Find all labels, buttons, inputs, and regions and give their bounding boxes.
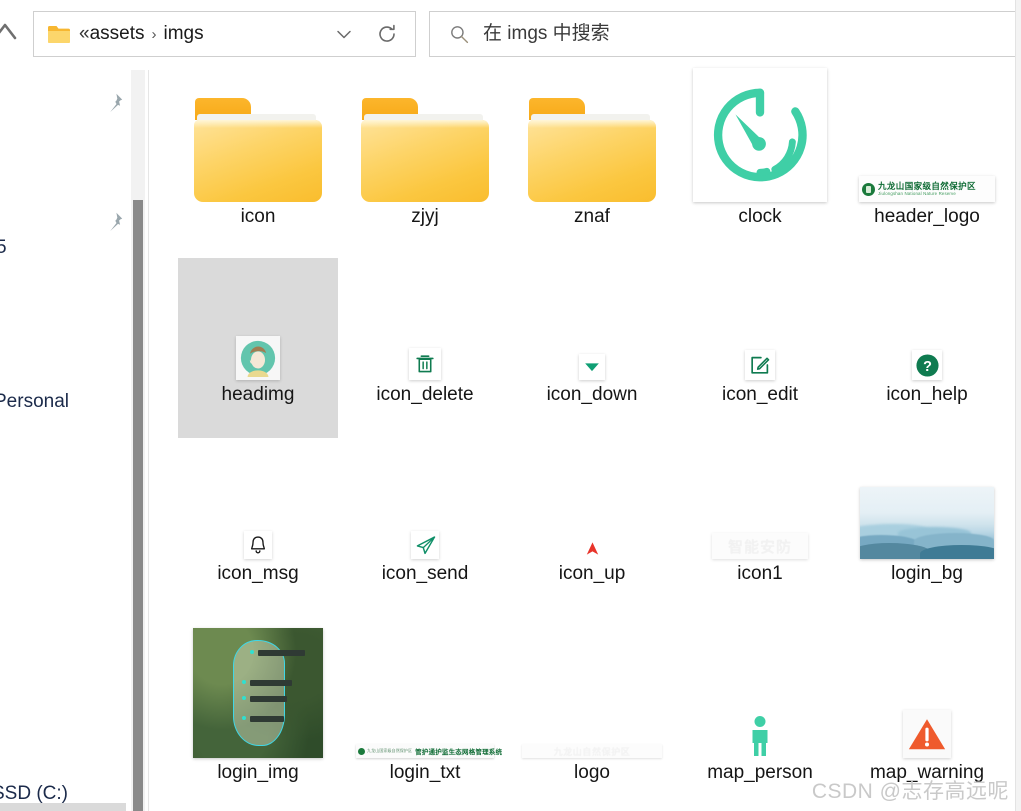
faint-logo-banner: 九龙山自然保护区 [522,744,662,758]
file-item-znaf[interactable]: znaf [505,84,679,228]
chevron-down-icon [585,363,599,372]
edit-pencil-icon [751,356,770,374]
triangle-up-icon [586,541,598,555]
clock-thumbnail [693,68,827,202]
window-edge-divider [1015,0,1016,811]
logo-text-cn: 九龙山国家级自然保护区 [878,181,976,192]
file-item-label: login_txt [389,762,461,783]
nav-item-label-fragment-1[interactable]: 5 [0,237,7,259]
paper-plane-icon [416,535,435,554]
file-item-label: icon [240,206,276,227]
avatar-icon [240,340,276,377]
file-item-label: icon_down [546,384,638,405]
file-item-headimg[interactable]: headimg [171,262,345,406]
help-thumbnail: ? [912,350,942,380]
folder-icon [48,26,70,43]
file-item-icon[interactable]: icon [171,84,345,228]
breadcrumb-item-imgs[interactable]: imgs [164,23,204,45]
file-item-label: zjyj [411,206,439,227]
green-text-banner: 九龙山国家级自然保护区 管护通护监生态网格管理系统 [356,744,502,758]
search-input[interactable] [481,22,965,46]
file-item-icon-edit[interactable]: icon_edit [673,262,847,406]
faint-text-banner: 智能安防 [712,533,808,559]
file-item-label: icon_help [886,384,968,405]
trash-thumbnail [409,348,441,380]
file-item-label: clock [738,206,782,227]
logo-text-en: Jiulongshan National Nature Reserve [878,190,956,196]
file-item-login-bg[interactable]: login_bg [840,441,1014,585]
file-item-map-person[interactable]: map_person [673,620,847,784]
file-item-label: icon1 [737,563,783,584]
file-item-icon-down[interactable]: icon_down [505,262,679,406]
file-item-label: icon_delete [376,384,474,405]
breadcrumb-separator[interactable]: › [152,26,157,43]
file-item-icon1[interactable]: 智能安防 icon1 [673,441,847,585]
navigation-pane[interactable]: 5 Personal SSD (C:) [0,70,126,811]
warning-triangle-icon [908,719,946,750]
mountain-photo [860,487,994,559]
file-item-login-img[interactable]: login_img [171,620,345,784]
file-item-label: headimg [221,384,295,405]
file-item-zjyj[interactable]: zjyj [338,84,512,228]
search-box[interactable] [429,11,1021,57]
file-item-label: header_logo [874,206,980,227]
file-item-icon-delete[interactable]: icon_delete [338,262,512,406]
file-item-map-warning[interactable]: map_warning [840,620,1014,784]
nature-reserve-logo: 九龙山国家级自然保护区 Jiulongshan National Nature … [859,176,995,202]
pin-icon[interactable] [104,92,124,112]
file-item-label: login_img [217,762,299,783]
bell-icon [250,536,266,554]
arrow-up-icon [0,23,17,40]
refresh-icon[interactable] [377,24,397,44]
nav-item-label-ssd-c[interactable]: SSD (C:) [0,783,68,805]
bell-thumbnail [244,531,272,559]
nav-up-button[interactable] [0,18,18,44]
trash-icon [416,355,434,373]
file-item-icon-help[interactable]: ? icon_help [840,262,1014,406]
file-item-label: icon_up [558,563,626,584]
avatar-thumbnail [236,336,280,380]
file-item-login-txt[interactable]: 九龙山国家级自然保护区 管护通护监生态网格管理系统 login_txt [338,620,512,784]
file-item-label: znaf [574,206,610,227]
file-item-icon-msg[interactable]: icon_msg [171,441,345,585]
file-item-icon-up[interactable]: icon_up [505,441,679,585]
file-item-label: icon_send [381,563,469,584]
person-icon [752,716,768,756]
folder-icon [194,98,322,202]
file-item-label: logo [574,762,610,783]
window-scrollbar[interactable] [1016,0,1021,811]
file-item-icon-send[interactable]: icon_send [338,441,512,585]
edit-thumbnail [745,350,775,380]
warning-thumbnail [903,710,951,758]
nav-scrollbar-thumb[interactable] [133,200,143,811]
up-thumbnail [581,537,603,559]
icon1-text: 智能安防 [727,538,792,556]
svg-text:?: ? [923,358,932,374]
explorer-toolbar: « assets › imgs [0,0,1021,70]
pin-icon[interactable] [104,211,124,231]
question-mark-icon: ? [915,353,939,377]
satellite-map-photo [193,628,323,758]
folder-icon [361,98,489,202]
folder-icon [528,98,656,202]
file-item-clock[interactable]: clock [673,68,847,228]
breadcrumb-ellipsis[interactable]: « [79,23,90,45]
csdn-watermark: CSDN @志存高远呢 [811,780,1009,803]
file-item-label: icon_edit [721,384,799,405]
person-thumbnail [747,714,773,758]
file-item-label: icon_msg [217,563,299,584]
file-item-logo[interactable]: 九龙山自然保护区 logo [505,620,679,784]
chevron-down-icon[interactable] [335,25,353,43]
send-thumbnail [411,531,439,559]
file-list-pane[interactable]: icon zjyj znaf clock 九龙山国家级自然保护区 Jiulong… [149,68,1021,811]
nav-item-label-personal[interactable]: Personal [0,391,69,413]
address-bar[interactable]: « assets › imgs [33,11,416,57]
chevron-down-thumbnail [579,354,605,380]
search-icon [451,26,469,44]
clock-icon [713,88,807,182]
file-item-label: login_bg [891,563,963,584]
file-item-header-logo[interactable]: 九龙山国家级自然保护区 Jiulongshan National Nature … [840,84,1014,228]
breadcrumb-item-assets[interactable]: assets [90,23,145,45]
